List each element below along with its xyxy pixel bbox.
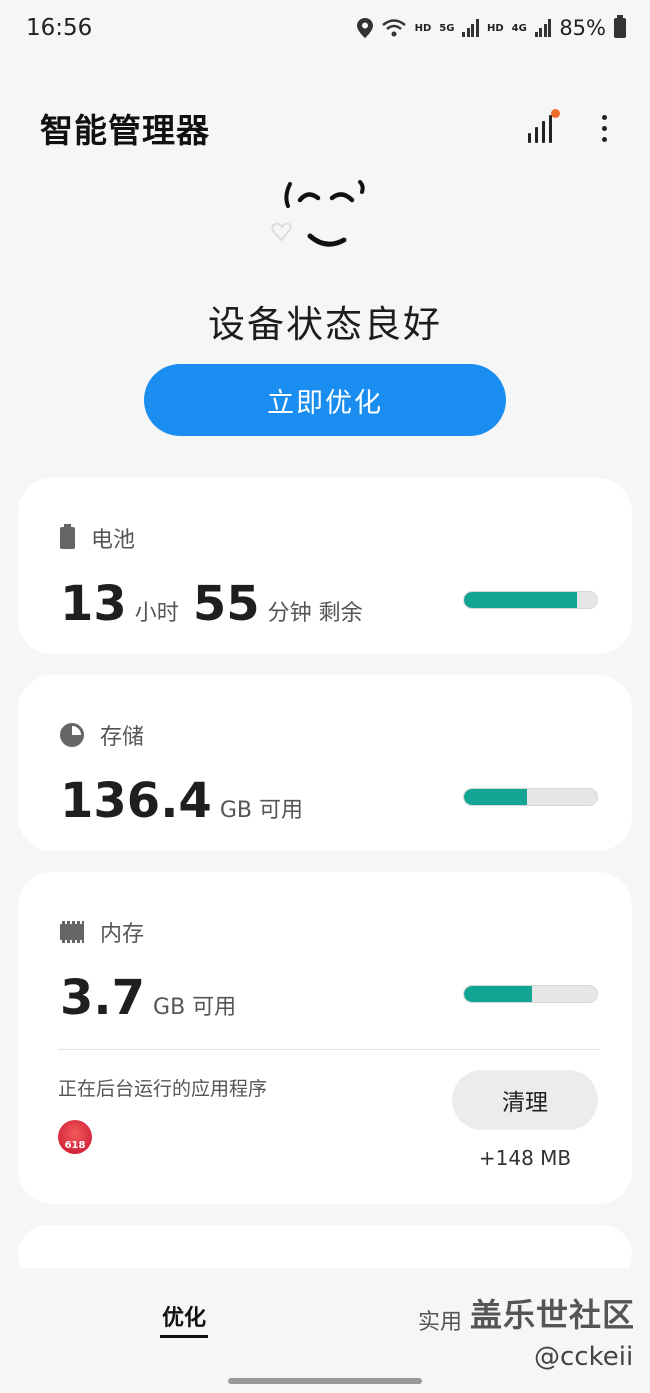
pie-chart-icon [60,723,84,747]
hd-indicator-1: HD [414,22,432,34]
memory-unit: GB 可用 [153,995,237,1020]
bar-chart-icon [528,113,552,143]
more-options-button[interactable] [598,114,610,142]
signal-icon-2 [534,19,552,37]
memory-label: 内存 [100,922,145,947]
signal-icon-1 [462,19,479,37]
storage-card[interactable]: 存储 136.4 GB 可用 [18,675,632,851]
battery-status-icon [614,15,626,38]
status-face [0,170,650,270]
device-status-text: 设备状态良好 [208,303,442,346]
battery-label: 电池 [91,528,136,553]
battery-percentage: 85% [559,16,606,40]
storage-value: 136.4 [60,773,212,829]
memory-progress-fill [464,986,532,1002]
battery-hours: 13 [60,576,127,632]
battery-card[interactable]: 电池 13 小时 55 分钟 剩余 [18,478,632,654]
storage-card-header: 存储 [60,719,144,751]
storage-unit: GB 可用 [219,798,303,823]
storage-label: 存储 [100,725,145,750]
memory-progress-bar [463,985,598,1003]
memory-divider [58,1049,599,1050]
memory-card-header: 内存 [60,916,144,948]
tab-optimize[interactable]: 优化 [162,1300,206,1332]
memory-value: 3.7 [60,970,146,1026]
status-time: 16:56 [26,15,93,41]
battery-progress-bar [463,591,598,609]
home-indicator[interactable] [228,1378,422,1384]
network-type-1: 5G [439,22,455,34]
memory-available: 3.7 GB 可用 [60,970,242,1026]
storage-progress-fill [464,789,527,805]
battery-card-header: 电池 [60,522,135,554]
app-header: 智能管理器 [0,100,650,156]
status-bar: 16:56 HD 5G HD 4G 85% [0,0,650,56]
clean-button[interactable]: 清理 [452,1070,598,1130]
battery-icon [60,524,75,549]
memory-card[interactable]: 内存 3.7 GB 可用 正在后台运行的应用程序 618 清理 +148 MB [18,872,632,1204]
watermark-text: 盖乐世社区 [470,1296,636,1334]
bottom-navigation: 优化 实用 盖乐世社区 @cckeii [0,1268,650,1393]
background-app-icon[interactable]: 618 [58,1120,92,1154]
tab-tools[interactable]: 实用 [418,1304,462,1336]
tab-active-indicator [160,1335,208,1338]
battery-progress-fill [464,592,578,608]
storage-progress-bar [463,788,598,806]
optimize-now-button[interactable]: 立即优化 [144,364,506,436]
report-button[interactable] [528,109,560,143]
status-icons: HD 5G HD 4G 85% [356,15,626,40]
battery-remaining: 13 小时 55 分钟 剩余 [60,576,369,632]
hd-indicator-2: HD [486,22,504,34]
network-type-2: 4G [511,22,527,34]
memory-chip-icon [60,921,84,943]
wifi-icon [381,19,406,37]
watermark-user: @cckeii [534,1342,634,1372]
battery-minutes-unit: 分钟 剩余 [267,601,363,626]
location-icon [356,18,373,38]
freed-memory-amount: +148 MB [478,1146,572,1170]
smiley-face-icon [271,180,365,247]
background-apps-label: 正在后台运行的应用程序 [58,1078,268,1100]
battery-hours-unit: 小时 [134,601,179,626]
battery-minutes: 55 [192,576,260,632]
notification-dot [551,109,560,118]
header-actions [528,109,610,143]
storage-available: 136.4 GB 可用 [60,773,309,829]
page-title: 智能管理器 [40,111,210,150]
more-vert-icon [601,114,607,142]
